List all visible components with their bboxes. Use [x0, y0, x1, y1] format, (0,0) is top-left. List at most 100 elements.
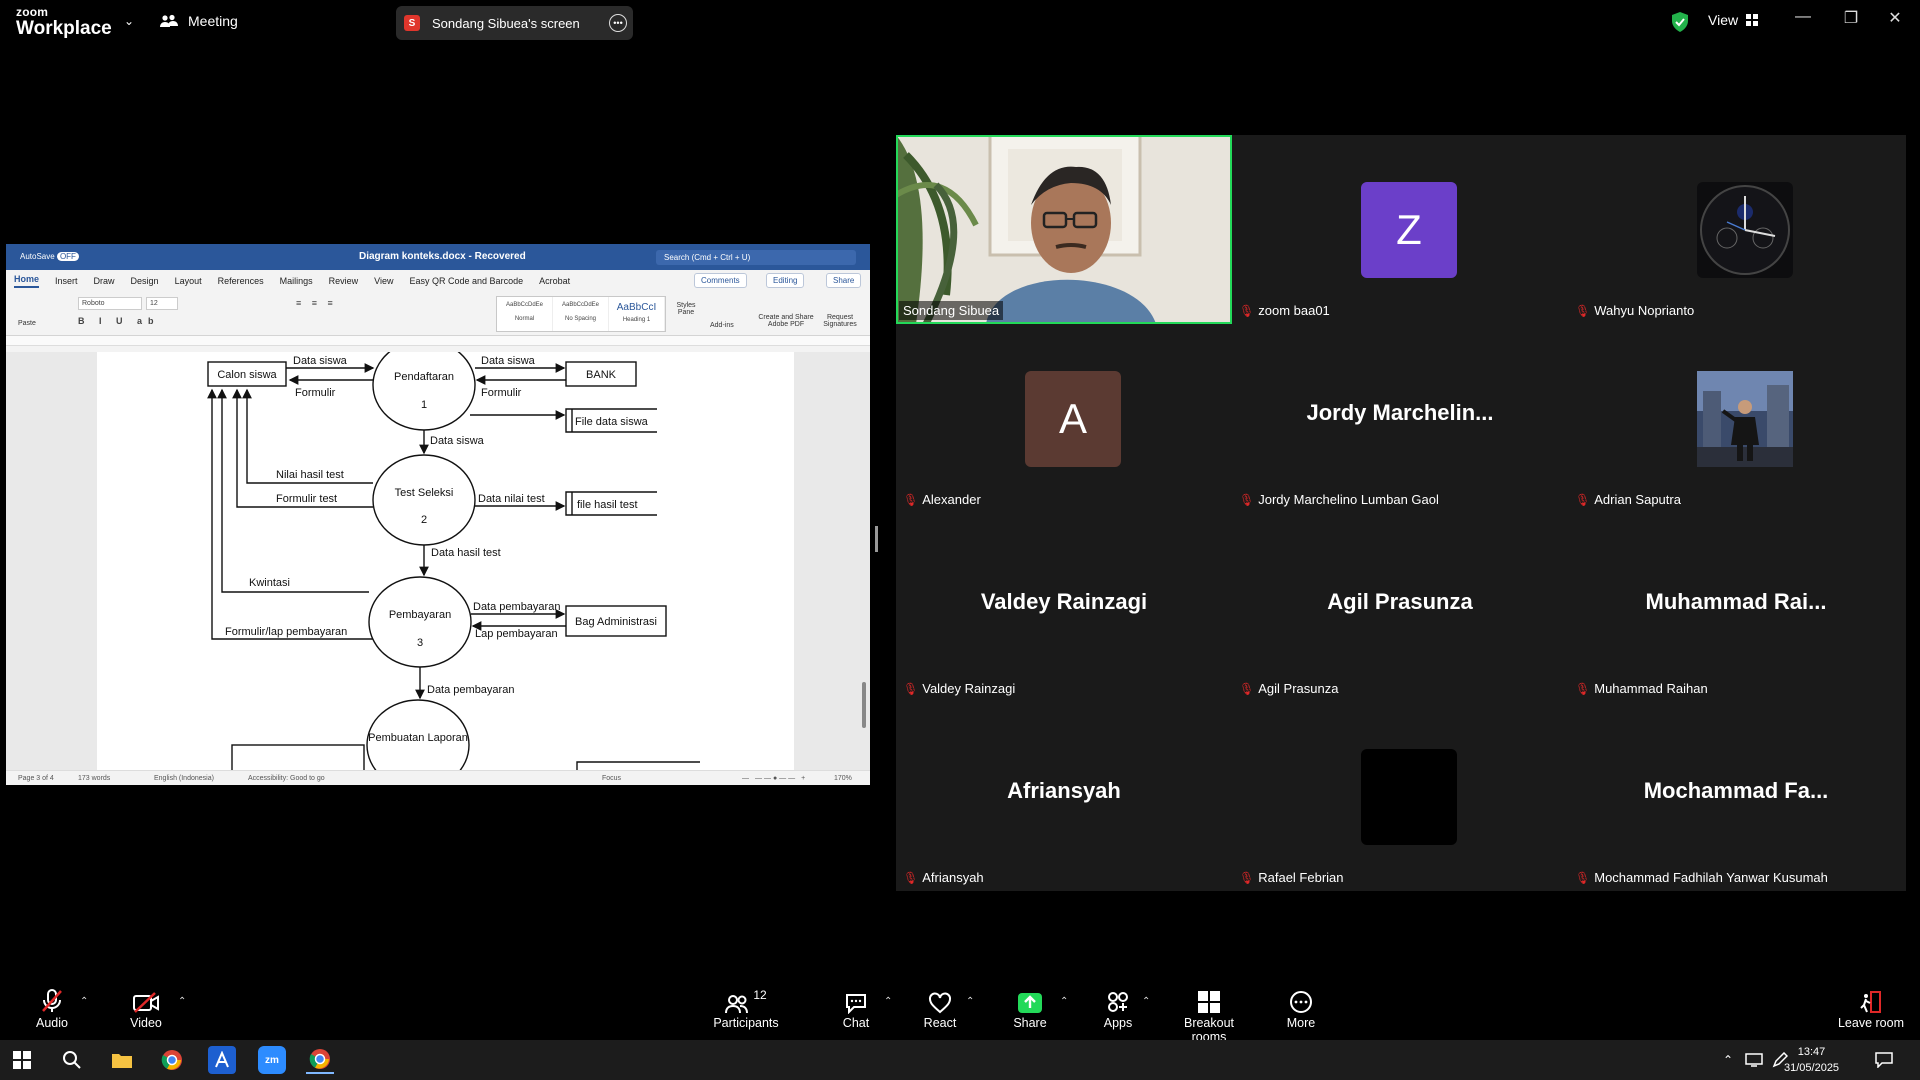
meeting-button[interactable]: Meeting	[160, 13, 238, 29]
notifications-icon[interactable]	[1870, 1046, 1898, 1074]
windows-start-icon[interactable]	[8, 1046, 36, 1074]
clock-time: 13:47	[1797, 1046, 1826, 1058]
language-status[interactable]: English (Indonesia)	[154, 775, 214, 782]
system-clock[interactable]: 13:47 31/05/2025	[1784, 1044, 1839, 1076]
focus-button[interactable]: Focus	[602, 775, 621, 782]
participant-tile-mochammad-fadhilah[interactable]: Mochammad Fa... 🎙︎ Mochammad Fadhilah Yan…	[1568, 702, 1904, 891]
font-name-select[interactable]: Roboto	[78, 297, 142, 310]
file-explorer-icon[interactable]	[108, 1046, 136, 1074]
more-button[interactable]: More	[1281, 980, 1321, 1040]
shared-screen-word-window[interactable]: AutoSave OFF Diagram konteks.docx - Reco…	[6, 244, 870, 785]
share-screen-button[interactable]: Share	[1010, 980, 1050, 1040]
word-tab-easy-qr-code-and-barcode[interactable]: Easy QR Code and Barcode	[410, 276, 524, 286]
audio-options-caret-icon[interactable]: ⌃	[80, 996, 88, 1007]
minimize-icon[interactable]: —	[1788, 8, 1818, 26]
style-no-spacing[interactable]: AaBbCcDdEe No Spacing	[553, 297, 609, 331]
document-page[interactable]: Calon siswa BANK File data siswa file hasil…	[97, 352, 794, 770]
participant-tile-jordy-marchelino[interactable]: Jordy Marchelin... 🎙︎ Jordy Marchelino Lu…	[1232, 324, 1568, 513]
diagram-entity-label: File data siswa	[575, 416, 649, 428]
apps-options-caret-icon[interactable]: ⌃	[1142, 996, 1150, 1007]
chevron-up-icon[interactable]: ⌃	[1714, 1046, 1742, 1074]
participant-tile-adrian-saputra[interactable]: 🎙︎ Adrian Saputra	[1568, 324, 1904, 513]
participant-tile-alexander[interactable]: A 🎙︎ Alexander	[896, 324, 1232, 513]
mic-muted-icon: 🎙︎	[903, 681, 919, 696]
audio-button[interactable]: Audio	[30, 980, 74, 1040]
participants-button[interactable]: 12 Participants	[712, 980, 780, 1040]
format-buttons[interactable]: B I U ab	[78, 316, 160, 326]
grid-view-icon	[1746, 14, 1759, 26]
view-button[interactable]: View	[1708, 12, 1759, 28]
zoom-app-icon[interactable]: zm	[258, 1046, 286, 1074]
share-options-caret-icon[interactable]: ⌃	[1060, 996, 1068, 1007]
video-button[interactable]: Video	[124, 980, 168, 1040]
more-options-icon[interactable]: •••	[609, 14, 627, 32]
accessibility-status[interactable]: Accessibility: Good to go	[248, 775, 325, 782]
share-doc-button[interactable]: Share	[826, 273, 862, 288]
more-icon	[1281, 980, 1321, 1014]
video-options-caret-icon[interactable]: ⌃	[178, 996, 186, 1007]
autosave-label[interactable]: AutoSave OFF	[20, 252, 79, 261]
vertical-scrollbar-thumb[interactable]	[862, 682, 866, 728]
apps-button[interactable]: Apps	[1098, 980, 1138, 1040]
search-icon[interactable]	[58, 1046, 86, 1074]
style-heading-1[interactable]: AaBbCcI Heading 1	[609, 297, 665, 331]
participant-tile-wahyu-noprianto[interactable]: 🎙︎ Wahyu Noprianto	[1568, 135, 1904, 324]
chevron-down-icon[interactable]: ⌄	[124, 14, 134, 28]
participant-tile-zoom-baa01[interactable]: Z 🎙︎ zoom baa01	[1232, 135, 1568, 324]
comments-button[interactable]: Comments	[694, 273, 747, 288]
more-label: More	[1286, 1016, 1316, 1030]
close-icon[interactable]: ✕	[1880, 8, 1910, 28]
participant-tile-agil-prasunza[interactable]: Agil Prasunza 🎙︎ Agil Prasunza	[1232, 513, 1568, 702]
diagram-flow-label: Kwintasi	[249, 577, 290, 589]
document-canvas[interactable]: Calon siswa BANK File data siswa file hasil…	[6, 352, 870, 770]
leave-room-label: Leave room	[1837, 1016, 1904, 1030]
zoom-level[interactable]: 170%	[834, 775, 852, 782]
horizontal-ruler[interactable]	[6, 336, 870, 346]
style-normal[interactable]: AaBbCcDdEe Normal	[497, 297, 553, 331]
participant-tile-muhammad-raihan[interactable]: Muhammad Rai... 🎙︎ Muhammad Raihan	[1568, 513, 1904, 702]
word-count[interactable]: 173 words	[78, 775, 110, 782]
participant-tile-sondang-sibuea[interactable]: Sondang Sibuea	[894, 133, 1232, 326]
word-tab-references[interactable]: References	[218, 276, 264, 286]
chat-button[interactable]: Chat	[836, 980, 876, 1040]
word-tab-acrobat[interactable]: Acrobat	[539, 276, 570, 286]
word-tab-layout[interactable]: Layout	[175, 276, 202, 286]
word-search-box[interactable]: Search (Cmd + Ctrl + U)	[656, 250, 856, 265]
page-count[interactable]: Page 3 of 4	[18, 775, 54, 782]
adobe-pdf-button[interactable]: Create and Share Adobe PDF	[754, 314, 818, 328]
chrome-icon[interactable]	[158, 1046, 186, 1074]
chrome-active-icon[interactable]	[306, 1046, 334, 1074]
word-tab-home[interactable]: Home	[14, 274, 40, 288]
shield-check-icon[interactable]	[1670, 11, 1690, 33]
network-icon[interactable]	[1740, 1046, 1768, 1074]
participant-tile-valdey-rainzagi[interactable]: Valdey Rainzagi 🎙︎ Valdey Rainzagi	[896, 513, 1232, 702]
split-divider-handle[interactable]	[875, 526, 878, 552]
word-tab-design[interactable]: Design	[131, 276, 159, 286]
video-off-icon	[124, 980, 168, 1014]
paragraph-buttons[interactable]: ≡ ≡ ≡	[296, 298, 337, 308]
zoom-slider[interactable]: — ——●—— +	[742, 775, 807, 782]
paste-label[interactable]: Paste	[18, 320, 36, 327]
styles-pane-button[interactable]: Styles Pane	[674, 302, 698, 316]
request-signatures-button[interactable]: Request Signatures	[818, 314, 862, 328]
word-tab-draw[interactable]: Draw	[94, 276, 115, 286]
styles-gallery[interactable]: AaBbCcDdEe Normal AaBbCcDdEe No Spacing Aa…	[496, 296, 666, 332]
add-ins-button[interactable]: Add-ins	[710, 322, 734, 329]
chat-options-caret-icon[interactable]: ⌃	[884, 996, 892, 1007]
word-tab-mailings[interactable]: Mailings	[280, 276, 313, 286]
screen-share-indicator[interactable]: S Sondang Sibuea's screen •••	[396, 6, 633, 40]
word-tab-review[interactable]: Review	[329, 276, 359, 286]
react-options-caret-icon[interactable]: ⌃	[966, 996, 974, 1007]
react-button[interactable]: React	[920, 980, 960, 1040]
participant-tile-afriansyah[interactable]: Afriansyah 🎙︎ Afriansyah	[896, 702, 1232, 891]
word-tab-view[interactable]: View	[374, 276, 393, 286]
font-size-select[interactable]: 12	[146, 297, 178, 310]
editing-button[interactable]: Editing	[766, 273, 805, 288]
word-tab-insert[interactable]: Insert	[55, 276, 78, 286]
app-a-icon[interactable]	[208, 1046, 236, 1074]
participant-tile-rafael-febrian[interactable]: 🎙︎ Rafael Febrian	[1232, 702, 1568, 891]
leave-room-button[interactable]: Leave room	[1836, 980, 1906, 1040]
zoom-workplace-logo[interactable]: zoom Workplace	[16, 6, 112, 38]
restore-icon[interactable]: ❐	[1836, 8, 1866, 28]
breakout-rooms-button[interactable]: Breakout rooms	[1166, 980, 1252, 1044]
